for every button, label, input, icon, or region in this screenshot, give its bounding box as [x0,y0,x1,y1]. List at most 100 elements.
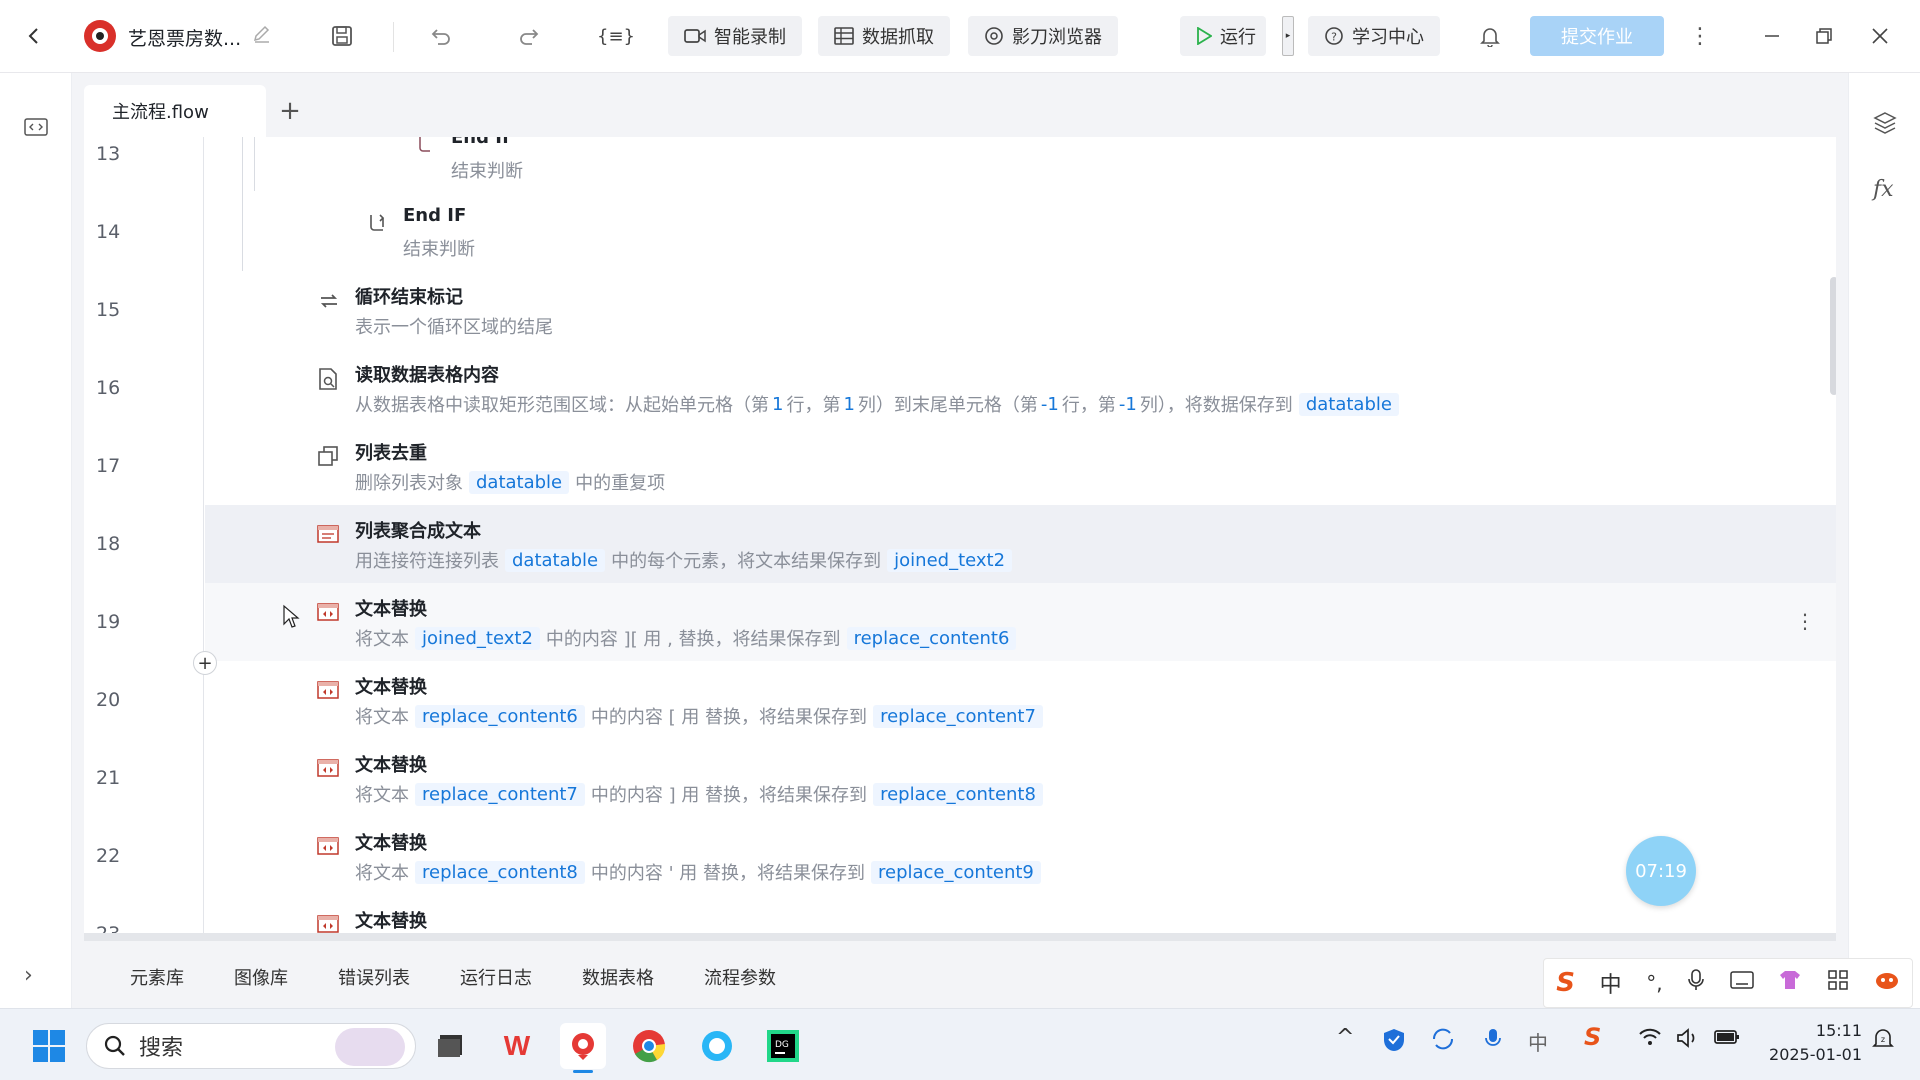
task-view-icon[interactable] [428,1023,474,1069]
tab-flow-params[interactable]: 流程参数 [704,964,776,990]
skin-shirt-icon[interactable] [1778,969,1802,997]
step-title: 文本替换 [355,677,427,698]
volume-icon[interactable] [1676,1027,1700,1054]
step-description: 将文本 replace_content6 中的内容 [ 用 替换，将结果保存到 … [355,703,1049,729]
variable-chip[interactable]: replace_content7 [873,704,1043,728]
step-title: 文本替换 [355,911,427,932]
vertical-scrollbar[interactable] [1830,277,1836,395]
step-desc-text: 将文本 [355,785,409,806]
variables-icon[interactable]: {≡} [596,16,636,56]
flow-step-row-selected[interactable]: 列表聚合成文本 用连接符连接列表 datatable 中的每个元素，将文本结果保… [205,505,1836,583]
horizontal-scrollbar[interactable] [84,933,1836,941]
chrome-app-icon[interactable] [626,1023,672,1069]
variable-chip[interactable]: replace_content9 [871,860,1041,884]
variable-chip[interactable]: replace_content7 [415,782,585,806]
datagrip-app-icon[interactable]: DG [760,1023,806,1069]
smart-record-button[interactable]: 智能录制 [668,16,802,56]
flow-step-row[interactable]: 文本替换 将文本 replace_content7 中的内容 ] 用 替换，将结… [205,739,1836,817]
redo-icon[interactable] [509,16,549,56]
tab-data-table[interactable]: 数据表格 [582,964,654,990]
sync-icon[interactable] [1430,1027,1456,1056]
variable-chip[interactable]: joined_text2 [887,548,1013,572]
variable-chip[interactable]: datatable [505,548,606,572]
run-label: 运行 [1220,27,1256,48]
close-icon[interactable] [1860,16,1900,56]
windows-start-icon[interactable] [26,1023,72,1069]
tab-run-log[interactable]: 运行日志 [460,964,532,990]
variable-chip[interactable]: datatable [1298,392,1399,416]
browser-icon [985,27,1003,45]
variable-chip[interactable]: replace_content6 [846,626,1017,650]
flow-step-row[interactable]: End If 结束判断 [205,137,1836,193]
expand-chevron-icon[interactable]: › [24,963,33,988]
ime-indicator-icon[interactable]: 中 [1528,1027,1548,1056]
tab-element-library[interactable]: 元素库 [130,964,184,990]
run-dropdown-chevron-icon[interactable]: ▸ [1282,16,1294,56]
flow-step-row[interactable]: 列表去重 删除列表对象 datatable 中的重复项 [205,427,1836,505]
flow-step-row[interactable]: 循环结束标记 表示一个循环区域的结尾 [205,271,1836,349]
qq-browser-app-icon[interactable] [694,1023,740,1069]
wifi-icon[interactable] [1638,1027,1662,1052]
tab-main-flow[interactable]: 主流程.flow [84,85,266,137]
flow-step-row[interactable]: 文本替换 [205,895,1836,937]
sogou-tray-icon[interactable]: S [1584,1023,1601,1051]
browser-button[interactable]: 影刀浏览器 [968,16,1118,56]
layers-icon[interactable] [1873,111,1897,139]
ime-language-toggle[interactable]: 中 [1600,967,1622,999]
microphone-icon[interactable] [1687,968,1705,998]
undo-icon[interactable] [421,16,461,56]
security-shield-icon[interactable] [1382,1027,1406,1058]
timer-bubble[interactable]: 07:19 [1626,836,1696,906]
variable-chip[interactable]: replace_content8 [873,782,1043,806]
back-icon[interactable] [14,16,54,56]
step-title: 文本替换 [355,833,427,854]
run-button[interactable]: 运行 [1180,16,1266,56]
variable-chip[interactable]: replace_content6 [415,704,585,728]
submit-button[interactable]: 提交作业 [1530,16,1664,56]
read-table-icon [317,367,341,391]
tab-image-library[interactable]: 图像库 [234,964,288,990]
taskbar-search[interactable]: 搜索 [86,1023,416,1069]
param-value[interactable]: 1 [843,394,854,415]
bell-icon[interactable] [1470,16,1510,56]
taskbar-clock[interactable]: 15:11 2025-01-01 [1752,1019,1862,1067]
param-value[interactable]: -1 [1119,394,1137,415]
variable-chip[interactable]: replace_content8 [415,860,585,884]
param-value[interactable]: -1 [1041,394,1059,415]
wps-app-icon[interactable]: W [494,1023,540,1069]
title-bar: 艺恩票房数... {≡} 智能录制 数据抓取 影刀浏览器 运行 ▸ ? 学习中心… [0,0,1920,73]
flow-step-row[interactable]: 文本替换 将文本 replace_content8 中的内容 ' 用 替换，将结… [205,817,1836,895]
learning-center-button[interactable]: ? 学习中心 [1308,16,1440,56]
flow-step-row-hover[interactable]: 文本替换 将文本 joined_text2 中的内容 ][ 用 , 替换，将结果… [205,583,1836,661]
save-icon[interactable] [322,16,362,56]
add-tab-button[interactable]: + [266,85,314,137]
flow-step-row[interactable]: 文本替换 将文本 replace_content6 中的内容 [ 用 替换，将结… [205,661,1836,739]
param-value[interactable]: 1 [772,394,783,415]
step-description: 将文本 replace_content7 中的内容 ] 用 替换，将结果保存到 … [355,781,1049,807]
step-desc-text: 用连接符连接列表 [355,551,499,572]
battery-icon[interactable] [1714,1027,1740,1051]
variable-chip[interactable]: joined_text2 [415,626,540,650]
tab-error-list[interactable]: 错误列表 [338,964,410,990]
code-view-icon[interactable] [24,117,48,141]
row-more-icon[interactable]: ⋮ [1795,609,1815,633]
minimize-icon[interactable] [1752,16,1792,56]
flow-step-row[interactable]: End IF 结束判断 [205,193,1836,271]
tray-expand-chevron-icon[interactable]: ^ [1336,1025,1354,1050]
notification-icon[interactable]: z [1872,1027,1894,1056]
punctuation-icon[interactable]: °, [1646,971,1662,995]
project-name: 艺恩票房数... [128,28,242,50]
yingdao-app-icon[interactable] [560,1023,606,1073]
variable-chip[interactable]: datatable [469,470,570,494]
grid-apps-icon[interactable] [1827,969,1849,997]
data-capture-button[interactable]: 数据抓取 [818,16,950,56]
tray-microphone-icon[interactable] [1484,1027,1502,1056]
sogou-logo-icon[interactable]: S [1556,968,1575,998]
restore-icon[interactable] [1804,16,1844,56]
keyboard-icon[interactable] [1730,970,1754,996]
more-menu-icon[interactable]: ⋮ [1680,16,1720,56]
mascot-icon[interactable] [1874,969,1900,997]
function-fx-icon[interactable]: fx [1873,177,1894,202]
flow-step-row[interactable]: 读取数据表格内容 从数据表格中读取矩形范围区域：从起始单元格（第 1 行，第 1… [205,349,1836,427]
edit-pencil-icon[interactable] [252,24,272,48]
